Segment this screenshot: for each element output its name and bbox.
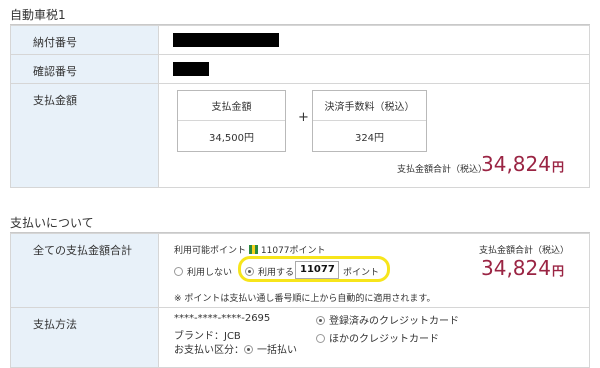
payment-amount-box: 支払金額 34,500円 bbox=[177, 90, 286, 152]
points-option-yes[interactable]: 利用する bbox=[245, 265, 294, 278]
total-amount-label: 支払金額合計（税込） bbox=[397, 165, 488, 175]
radio-selected-icon[interactable] bbox=[245, 267, 254, 276]
settlement-fee-value: 324円 bbox=[354, 132, 385, 144]
redacted-nofu-number bbox=[173, 33, 279, 47]
card-brand: ブランド：JCB bbox=[174, 331, 241, 342]
nofu-number-cell bbox=[158, 25, 590, 55]
card-option-registered[interactable]: 登録済みのクレジットカード bbox=[316, 312, 459, 327]
section-title-payment: 支払いについて bbox=[10, 216, 94, 230]
points-available-label: 利用可能ポイント bbox=[174, 246, 247, 256]
installment-value: 一括払い bbox=[257, 345, 297, 356]
points-option-yes-label: 利用する bbox=[258, 268, 295, 278]
nofu-number-label: 納付番号 bbox=[10, 25, 159, 55]
section-title-vehicle-tax: 自動車税1 bbox=[10, 8, 66, 22]
total-amount-yen: 円 bbox=[551, 160, 564, 174]
plus-sign: + bbox=[298, 110, 309, 125]
points-option-no[interactable]: 利用しない bbox=[174, 265, 232, 278]
card-option-registered-label: 登録済みのクレジットカード bbox=[329, 316, 459, 327]
confirmation-number-cell bbox=[158, 54, 590, 84]
installment: お支払い区分： 一括払い bbox=[174, 341, 297, 356]
payment-amount-value: 34,500円 bbox=[209, 132, 254, 144]
settlement-fee-box: 決済手数料（税込） 324円 bbox=[312, 90, 427, 152]
payment-amount-label: 支払金額 bbox=[10, 83, 159, 188]
payment-total-amount: 34,824円 bbox=[481, 256, 564, 280]
radio-selected-icon[interactable] bbox=[244, 345, 253, 354]
points-logo-icon bbox=[248, 245, 258, 254]
payment-total-yen: 円 bbox=[551, 264, 564, 278]
all-total-label: 全ての支払金額合計 bbox=[10, 233, 159, 308]
points-unit: ポイント bbox=[343, 268, 380, 278]
payment-method-label: 支払方法 bbox=[10, 307, 159, 368]
points-option-no-label: 利用しない bbox=[187, 268, 233, 278]
settlement-fee-label: 決済手数料（税込） bbox=[313, 91, 426, 121]
total-amount-number: 34,824 bbox=[481, 152, 551, 176]
points-input[interactable]: 11077 bbox=[295, 261, 339, 279]
vehicle-tax-table: 納付番号 確認番号 支払金額 支払金額 34,500円 + 決済手数料（税込） … bbox=[10, 25, 590, 188]
points-note: ※ ポイントは支払い通し番号順に上から自動的に適用されます。 bbox=[174, 294, 436, 304]
points-available: 利用可能ポイント 11077ポイント bbox=[174, 243, 326, 256]
payment-method-cell: ****-****-****-2695 ブランド：JCB お支払い区分： 一括払い… bbox=[158, 307, 590, 368]
payment-amount-box-label: 支払金額 bbox=[178, 91, 285, 121]
confirmation-number-label: 確認番号 bbox=[10, 54, 159, 84]
payment-amount-cell: 支払金額 34,500円 + 決済手数料（税込） 324円 支払金額合計（税込）… bbox=[158, 83, 590, 188]
radio-selected-icon[interactable] bbox=[316, 316, 325, 325]
installment-label: お支払い区分： bbox=[174, 345, 244, 356]
radio-unselected-icon[interactable] bbox=[316, 334, 325, 343]
radio-unselected-icon[interactable] bbox=[174, 267, 183, 276]
card-option-other[interactable]: ほかのクレジットカード bbox=[316, 330, 439, 345]
points-available-value: 11077ポイント bbox=[260, 246, 326, 256]
points-cell: 利用可能ポイント 11077ポイント 利用しない 利用する 11077 ポイント… bbox=[158, 233, 590, 308]
payment-total-number: 34,824 bbox=[481, 256, 551, 280]
payment-table: 全ての支払金額合計 利用可能ポイント 11077ポイント 利用しない 利用する … bbox=[10, 233, 590, 368]
redacted-confirmation-number bbox=[173, 62, 209, 76]
total-amount: 34,824円 bbox=[481, 152, 564, 176]
card-option-other-label: ほかのクレジットカード bbox=[329, 334, 439, 345]
payment-total-label: 支払金額合計（税込） bbox=[479, 246, 570, 256]
card-number: ****-****-****-2695 bbox=[174, 313, 271, 324]
